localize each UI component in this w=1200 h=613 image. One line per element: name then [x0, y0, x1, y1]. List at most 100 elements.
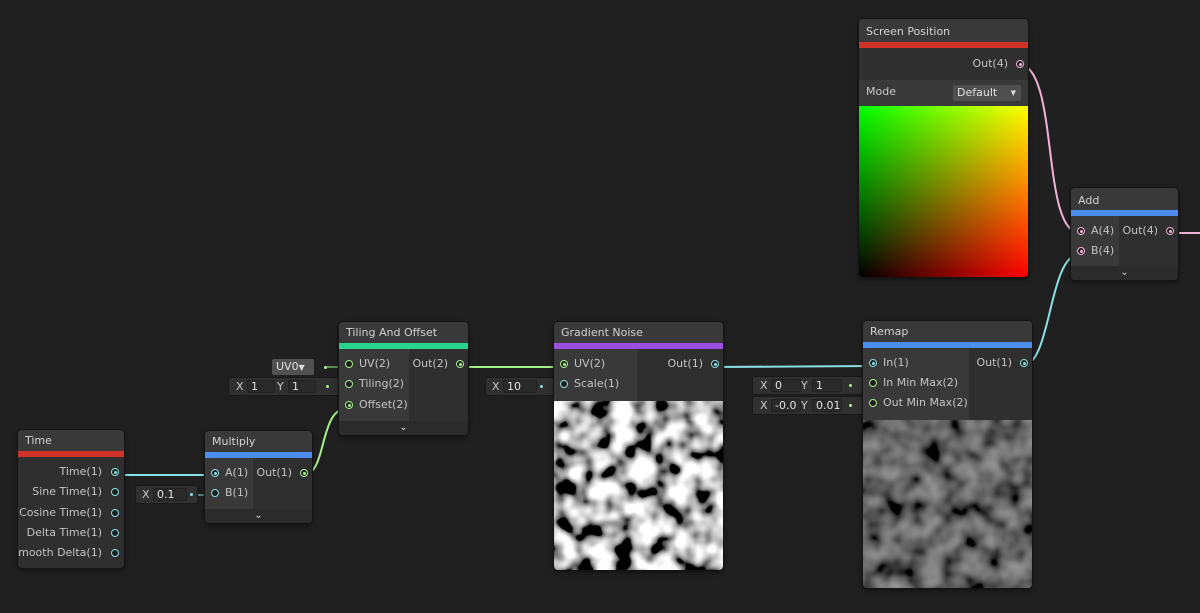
screen-position-preview-image: [859, 106, 1028, 277]
tiling-uv-input[interactable]: UV(2): [359, 354, 390, 374]
noise-scale-x-label: X: [492, 380, 500, 393]
time-node-title[interactable]: Time: [18, 430, 124, 451]
remap-in-field-dot: [849, 384, 852, 387]
add-b-input[interactable]: B(4): [1091, 241, 1114, 261]
tiling-offset-input[interactable]: Offset(2): [359, 395, 408, 415]
screen-position-mode-label: Mode: [866, 85, 896, 98]
remap-in-input[interactable]: In(1): [883, 353, 909, 373]
multiply-output-port[interactable]: [300, 469, 308, 477]
dropdown-arrow-icon: ▼: [298, 363, 305, 372]
time-node[interactable]: Time Time(1) Sine Time(1) Cosine Time(1)…: [18, 430, 124, 568]
multiply-expand-chevron-icon[interactable]: ⌄: [205, 509, 312, 523]
noise-output-port[interactable]: [711, 360, 719, 368]
remap-out-field-dot: [849, 404, 852, 407]
gradient-noise-node[interactable]: Gradient Noise UV(2) Scale(1) Out(1): [554, 322, 723, 570]
smooth-delta-output-port[interactable]: [111, 549, 119, 557]
screen-position-node[interactable]: Screen Position Out(4) Mode Default ▼: [859, 19, 1028, 277]
remap-out-x-value[interactable]: -0.0: [771, 399, 801, 412]
tiling-y-value[interactable]: 1: [288, 380, 316, 393]
remap-output[interactable]: Out(1): [976, 353, 1012, 373]
remap-out-y-value[interactable]: 0.01: [812, 399, 842, 412]
time-output-port[interactable]: [111, 468, 119, 476]
tiling-field-dot: [326, 385, 329, 388]
remap-in-x-label: X: [760, 379, 768, 392]
tiling-offset-node[interactable]: Tiling And Offset UV(2) Tiling(2) Offset…: [339, 322, 468, 435]
cosine-time-output-port[interactable]: [111, 509, 119, 517]
noise-output[interactable]: Out(1): [667, 354, 703, 374]
remap-in-port[interactable]: [869, 359, 877, 367]
remap-node-title[interactable]: Remap: [863, 321, 1032, 342]
add-a-input[interactable]: A(4): [1091, 221, 1114, 241]
sine-time-output[interactable]: Sine Time(1): [32, 482, 102, 502]
multiply-node-title[interactable]: Multiply: [205, 431, 312, 452]
remap-in-x-value[interactable]: 0: [771, 379, 801, 392]
multiply-b-port[interactable]: [211, 489, 219, 497]
sine-time-output-port[interactable]: [111, 488, 119, 496]
delta-time-output[interactable]: Delta Time(1): [27, 523, 102, 543]
add-node[interactable]: Add A(4) B(4) Out(4) ⌄: [1071, 188, 1178, 280]
screen-position-node-title[interactable]: Screen Position: [859, 19, 1028, 42]
tiling-offset-port[interactable]: [345, 401, 353, 409]
tiling-output-port[interactable]: [456, 360, 464, 368]
screen-position-mode-row: Mode Default ▼: [859, 80, 1028, 106]
add-node-title[interactable]: Add: [1071, 188, 1178, 210]
noise-uv-input[interactable]: UV(2): [574, 354, 605, 374]
delta-time-output-port[interactable]: [111, 529, 119, 537]
noise-preview-image: [554, 401, 723, 570]
wire-noise-to-remap: [712, 365, 874, 368]
tiling-y-label: Y: [277, 380, 284, 393]
tiling-offset-node-title[interactable]: Tiling And Offset: [339, 322, 468, 343]
screen-position-mode-value: Default: [957, 86, 998, 99]
screen-position-output[interactable]: Out(4): [972, 54, 1008, 74]
tiling-tiling-port[interactable]: [345, 380, 353, 388]
multiply-a-port[interactable]: [211, 469, 219, 477]
tiling-expand-chevron-icon[interactable]: ⌄: [339, 421, 468, 435]
cosine-time-output[interactable]: Cosine Time(1): [19, 503, 102, 523]
remap-out-y-label: Y: [801, 399, 808, 412]
remap-in-minmax-field[interactable]: X 0 Y 1: [753, 377, 863, 394]
noise-scale-field-dot: [540, 385, 543, 388]
add-output[interactable]: Out(4): [1122, 221, 1158, 241]
screen-position-output-port[interactable]: [1016, 60, 1024, 68]
remap-output-port[interactable]: [1020, 359, 1028, 367]
remap-out-minmax-port[interactable]: [869, 399, 877, 407]
tiling-x-value[interactable]: 1: [247, 380, 275, 393]
multiply-node[interactable]: Multiply A(1) B(1) Out(1) ⌄: [205, 431, 312, 523]
tiling-x-label: X: [236, 380, 244, 393]
remap-preview-image: [863, 420, 1032, 588]
remap-out-x-label: X: [760, 399, 768, 412]
remap-node[interactable]: Remap In(1) In Min Max(2) Out Min Max(2)…: [863, 321, 1032, 588]
noise-scale-x-value[interactable]: 10: [503, 380, 537, 393]
multiply-a-input[interactable]: A(1): [225, 463, 248, 483]
time-output[interactable]: Time(1): [59, 462, 102, 482]
remap-in-minmax-port[interactable]: [869, 379, 877, 387]
gradient-noise-node-title[interactable]: Gradient Noise: [554, 322, 723, 343]
multiply-b-field[interactable]: X 0.1: [136, 486, 197, 503]
multiply-b-input[interactable]: B(1): [225, 483, 248, 503]
noise-uv-port[interactable]: [560, 360, 568, 368]
tiling-tiling-input[interactable]: Tiling(2): [359, 374, 404, 394]
multiply-b-field-dot: [190, 493, 193, 496]
add-output-port[interactable]: [1166, 227, 1174, 235]
uv-channel-value: UV0: [276, 360, 299, 373]
noise-scale-input[interactable]: Scale(1): [574, 374, 619, 394]
remap-in-y-label: Y: [801, 379, 808, 392]
remap-out-minmax-field[interactable]: X -0.0 Y 0.01: [753, 397, 863, 414]
uv-channel-dropdown[interactable]: UV0▼: [272, 359, 314, 375]
noise-scale-port[interactable]: [560, 380, 568, 388]
add-b-port[interactable]: [1077, 247, 1085, 255]
tiling-field[interactable]: X 1 Y 1: [229, 378, 339, 395]
smooth-delta-output[interactable]: Smooth Delta(1): [18, 543, 102, 563]
tiling-uv-port[interactable]: [345, 360, 353, 368]
multiply-b-x-label: X: [142, 488, 150, 501]
remap-out-minmax-input[interactable]: Out Min Max(2): [883, 393, 968, 413]
remap-in-minmax-input[interactable]: In Min Max(2): [883, 373, 958, 393]
remap-in-y-value[interactable]: 1: [812, 379, 842, 392]
noise-scale-field[interactable]: X 10: [486, 378, 555, 395]
multiply-b-x-value[interactable]: 0.1: [153, 488, 187, 501]
add-expand-chevron-icon[interactable]: ⌄: [1071, 266, 1178, 280]
multiply-output[interactable]: Out(1): [256, 463, 292, 483]
tiling-output[interactable]: Out(2): [412, 354, 448, 374]
add-a-port[interactable]: [1077, 227, 1085, 235]
screen-position-mode-dropdown[interactable]: Default ▼: [953, 85, 1021, 101]
